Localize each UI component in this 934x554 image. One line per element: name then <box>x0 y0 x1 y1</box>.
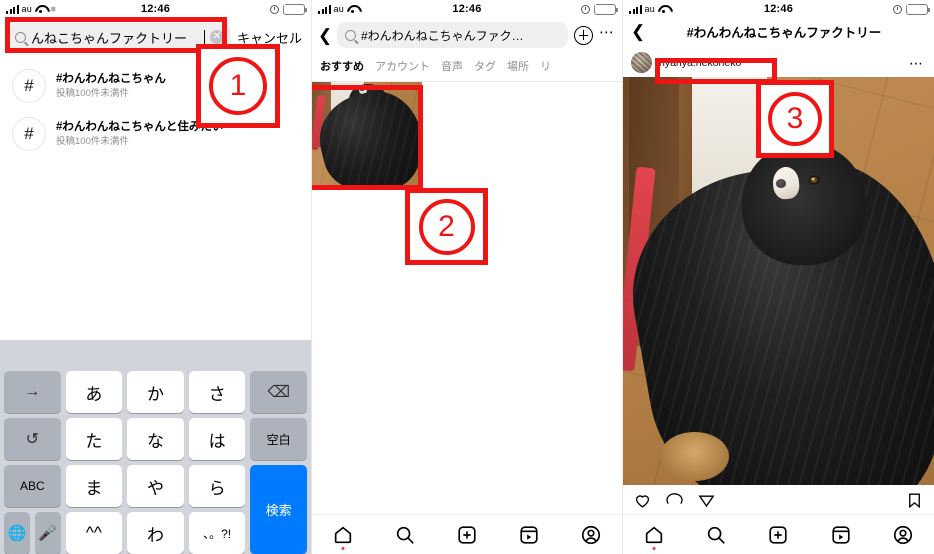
panel3-header: ❮ #わんわんねこちゃんファクトリー <box>623 18 934 49</box>
create-icon[interactable] <box>767 524 789 546</box>
key-search[interactable]: 検索 <box>250 465 307 554</box>
comment-icon[interactable] <box>665 491 684 510</box>
three-panel-screenshot: au ❅ 12:46 ⚡ んねこちゃんファクトリー ✕ キャンセル # #わんわ… <box>0 0 934 554</box>
key-abc[interactable]: ABC <box>4 465 61 507</box>
battery-charging-icon: ⚡ <box>905 1 930 15</box>
result-tabs: おすすめ アカウント 音声 タグ 場所 リ <box>312 54 622 81</box>
key-undo[interactable]: ↺ <box>4 418 61 460</box>
profile-icon[interactable] <box>892 524 914 546</box>
ellipsis-icon[interactable]: ⋯ <box>599 25 615 45</box>
photo-dog-head <box>741 142 867 265</box>
panel-hashtag-post: au 12:46 ⚡ ❮ #わんわんねこちゃんファクトリー nyanya.nek… <box>622 0 934 554</box>
key-punct[interactable]: 、。?! <box>188 512 246 554</box>
bottom-navigation <box>623 514 934 554</box>
hashtag-icon: # <box>12 117 46 151</box>
search-icon[interactable] <box>394 524 416 546</box>
share-icon[interactable] <box>697 491 716 510</box>
photo-dog-tan-marking <box>660 431 730 481</box>
result-title: #わんわんねこちゃん <box>56 72 166 85</box>
key-ta[interactable]: た <box>65 418 123 460</box>
bottom-navigation <box>312 514 622 554</box>
status-bar: au 12:46 ⚡ <box>623 0 934 18</box>
annotation-box-search <box>5 17 227 53</box>
reels-icon[interactable] <box>518 524 540 546</box>
keyboard-grid: → あ か さ ⌫ ↺ た な は 空白 ABC ま や ら 検索 🌐 🎤 ^^… <box>0 371 311 554</box>
annotation-marker-2: 2 <box>405 188 488 265</box>
tab-tags[interactable]: タグ <box>474 56 507 81</box>
key-next[interactable]: → <box>4 371 61 413</box>
search-icon <box>345 29 356 41</box>
tab-recommended[interactable]: おすすめ <box>320 56 375 81</box>
key-space[interactable]: 空白 <box>250 418 307 460</box>
search-input-value: #わんわんねこちゃんファク… <box>361 28 524 43</box>
alarm-clock-icon <box>581 4 590 14</box>
alarm-clock-icon <box>893 4 902 14</box>
key-ha[interactable]: は <box>188 418 246 460</box>
status-right: ⚡ <box>893 1 930 15</box>
annotation-number-3: 3 <box>768 92 822 146</box>
page-title: #わんわんねこちゃんファクトリー <box>686 26 882 40</box>
panel-search-input: au ❅ 12:46 ⚡ んねこちゃんファクトリー ✕ キャンセル # #わんわ… <box>0 0 311 554</box>
heart-icon[interactable] <box>633 491 652 510</box>
key-backspace[interactable]: ⌫ <box>250 371 307 413</box>
status-bar: au ❅ 12:46 ⚡ <box>0 0 311 18</box>
chevron-left-icon[interactable]: ❮ <box>318 27 332 44</box>
key-a[interactable]: あ <box>65 371 123 413</box>
annotation-marker-3: 3 <box>756 80 834 158</box>
globe-icon[interactable]: 🌐 <box>4 512 30 554</box>
status-right: ⚡ <box>270 1 307 15</box>
result-subtitle: 投稿100件未満件 <box>56 136 129 148</box>
post-actions <box>623 485 934 514</box>
annotation-box-thumbnail <box>312 85 423 190</box>
status-right: ⚡ <box>581 1 618 15</box>
result-subtitle: 投稿100件未満件 <box>56 88 129 100</box>
photo-dog-eye <box>810 176 819 184</box>
status-bar: au 12:46 ⚡ <box>312 0 622 18</box>
reels-icon[interactable] <box>830 524 852 546</box>
clock-label: 12:46 <box>140 3 171 15</box>
key-globe-mic: 🌐 🎤 <box>4 512 61 554</box>
panel2-header: ❮ #わんわんねこちゃんファク… ⋯ <box>312 18 622 54</box>
plus-circle-icon[interactable] <box>574 25 593 45</box>
avatar[interactable] <box>631 52 652 73</box>
home-notification-dot <box>652 546 656 550</box>
photo-dog-nose <box>776 178 787 188</box>
key-ya[interactable]: や <box>127 465 184 507</box>
clock-label: 12:46 <box>452 3 482 15</box>
tab-places[interactable]: 場所 <box>507 56 540 81</box>
tab-accounts[interactable]: アカウント <box>375 56 441 81</box>
tab-audio[interactable]: 音声 <box>441 56 474 81</box>
key-ma[interactable]: ま <box>65 465 123 507</box>
annotation-number-1: 1 <box>209 57 267 115</box>
search-input[interactable]: #わんわんねこちゃんファク… <box>337 22 568 48</box>
microphone-icon[interactable]: 🎤 <box>34 512 61 554</box>
hashtag-icon: # <box>12 69 46 103</box>
key-sa[interactable]: さ <box>188 371 246 413</box>
key-wa[interactable]: わ <box>127 512 184 554</box>
create-icon[interactable] <box>456 524 478 546</box>
japanese-keyboard: → あ か さ ⌫ ↺ た な は 空白 ABC ま や ら 検索 🌐 🎤 ^^… <box>0 340 311 554</box>
chevron-left-icon[interactable]: ❮ <box>631 23 645 40</box>
tab-overflow[interactable]: リ <box>540 56 551 81</box>
key-ka[interactable]: か <box>127 371 184 413</box>
battery-charging-icon: ⚡ <box>593 1 618 15</box>
search-icon[interactable] <box>705 524 727 546</box>
home-icon[interactable] <box>643 524 665 550</box>
clock-label: 12:46 <box>763 3 794 15</box>
profile-icon[interactable] <box>580 524 602 546</box>
home-icon[interactable] <box>332 524 354 550</box>
battery-charging-icon: ⚡ <box>282 1 307 15</box>
annotation-number-2: 2 <box>418 198 475 255</box>
bookmark-icon[interactable] <box>905 491 924 510</box>
key-ra[interactable]: ら <box>188 465 246 507</box>
key-emoticon[interactable]: ^^ <box>65 512 123 554</box>
annotation-marker-1: 1 <box>196 44 280 128</box>
key-na[interactable]: な <box>127 418 184 460</box>
alarm-clock-icon <box>270 4 279 14</box>
ellipsis-icon[interactable]: ⋯ <box>909 56 924 70</box>
home-notification-dot <box>341 546 345 550</box>
panel-hashtag-results: au 12:46 ⚡ ❮ #わんわんねこちゃんファク… ⋯ おすすめ アカウント <box>311 0 622 554</box>
